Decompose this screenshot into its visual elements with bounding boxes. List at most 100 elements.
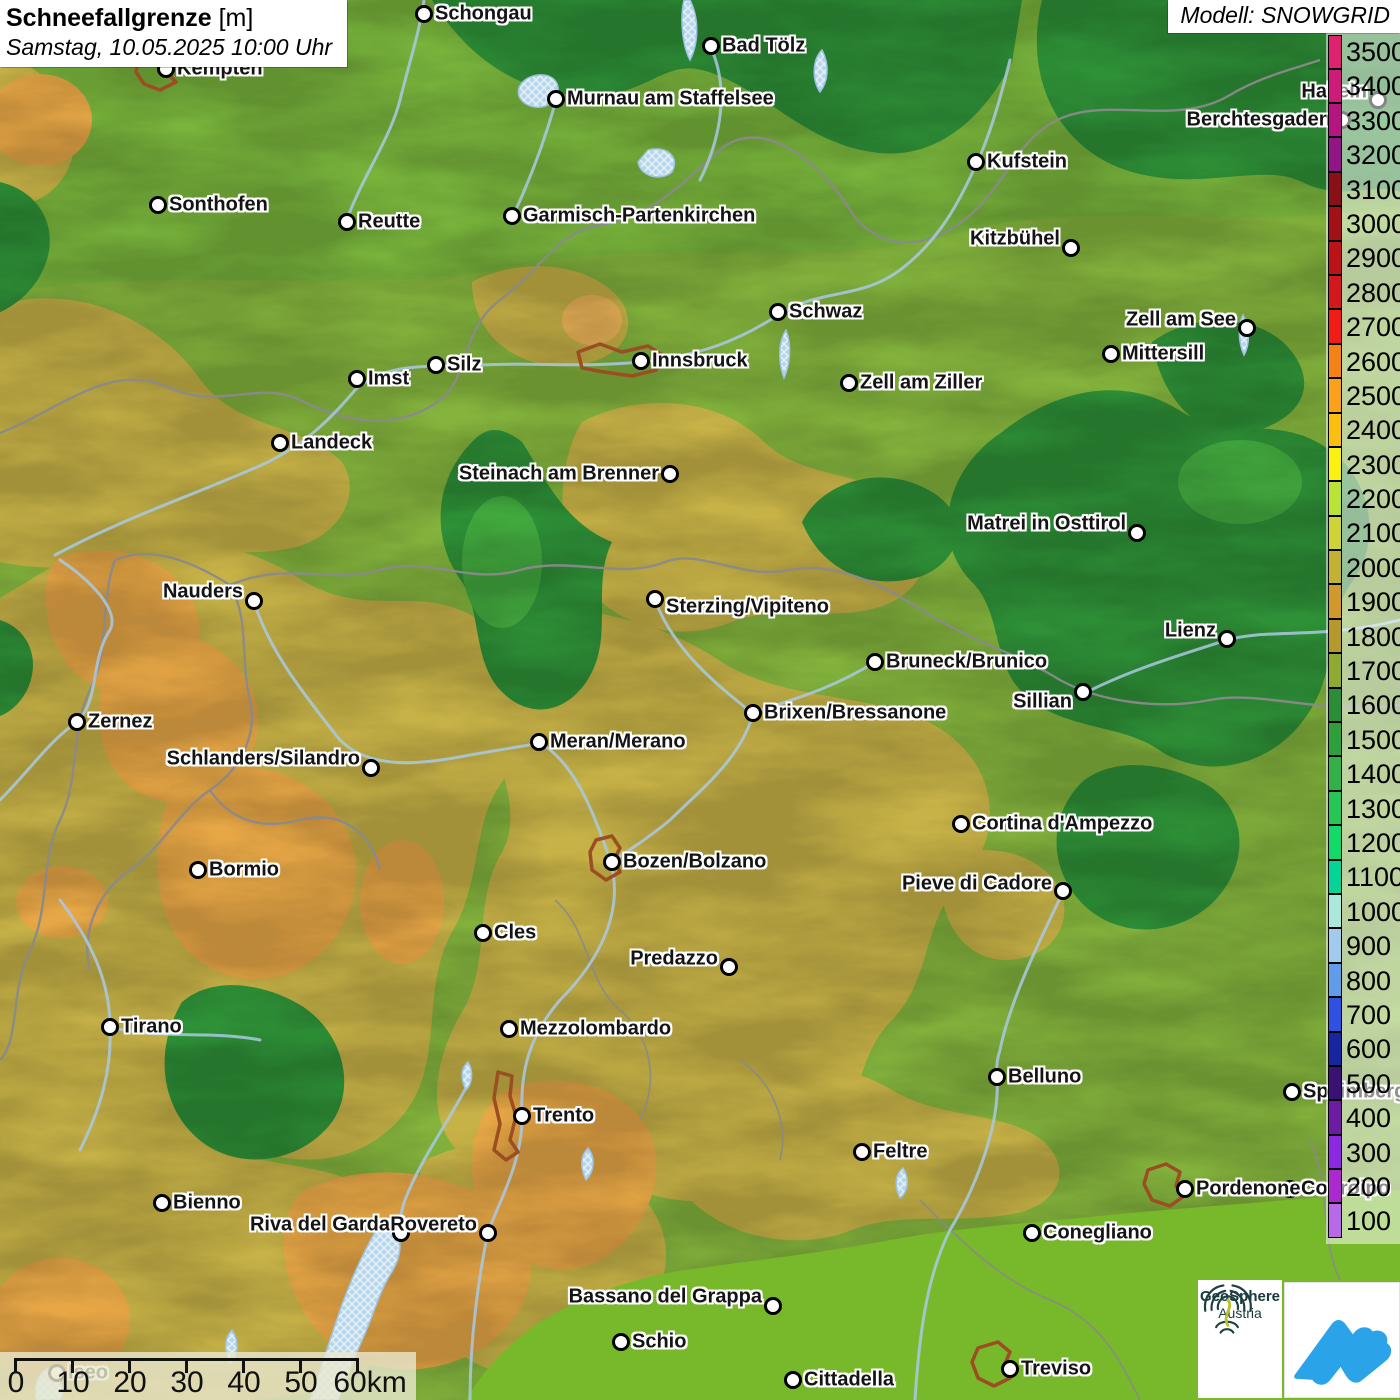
city-dot-icon [853, 1143, 871, 1161]
legend-color-swatch [1328, 825, 1342, 859]
city-label: Pieve di Cadore [902, 873, 1052, 896]
city-dot-icon [1176, 1180, 1194, 1198]
legend-entry: 900 [1328, 929, 1400, 963]
legend-entry: 800 [1328, 964, 1400, 998]
legend-value-label: 1800 [1346, 620, 1400, 654]
city-label: Bad Tölz [722, 35, 805, 58]
city-dot-icon [153, 1194, 171, 1212]
city-dot-icon [189, 861, 207, 879]
legend-value-label: 1400 [1346, 757, 1400, 791]
legend-color-swatch [1328, 791, 1342, 825]
city-label: Belluno [1008, 1066, 1081, 1089]
city-dot-icon [530, 733, 548, 751]
legend-color-swatch [1328, 378, 1342, 412]
legend-entry: 1100 [1328, 860, 1400, 894]
legend-entry: 2900 [1328, 241, 1400, 275]
legend-color-swatch [1328, 1135, 1342, 1169]
city-dot-icon [988, 1068, 1006, 1086]
city-dot-icon [612, 1333, 630, 1351]
legend-value-label: 3100 [1346, 173, 1400, 207]
city-dot-icon [427, 356, 445, 374]
legend-value-label: 1300 [1346, 792, 1400, 826]
city-label: Garmisch-Partenkirchen [523, 205, 755, 228]
legend-value-label: 300 [1346, 1136, 1391, 1170]
city-label: Bienno [173, 1192, 241, 1215]
city-label: Cles [494, 922, 536, 945]
city-label: Murnau am Staffelsee [567, 88, 774, 111]
scale-bar: 0102030405060km [0, 1352, 416, 1400]
legend-value-label: 3200 [1346, 138, 1400, 172]
city-label: Schwaz [789, 301, 862, 324]
legend-entry: 700 [1328, 998, 1400, 1032]
city-label: Imst [368, 368, 409, 391]
city-dot-icon [1001, 1360, 1019, 1378]
legend-color-swatch [1328, 756, 1342, 790]
legend-entry: 200 [1328, 1170, 1400, 1204]
legend-color-swatch [1328, 1066, 1342, 1100]
legend-color-swatch [1328, 137, 1342, 171]
legend-color-swatch [1328, 619, 1342, 653]
legend-color-swatch [1328, 1203, 1342, 1237]
city-dot-icon [702, 37, 720, 55]
legend-value-label: 3400 [1346, 69, 1400, 103]
legend-entry: 2300 [1328, 448, 1400, 482]
title-box: Schneefallgrenze [m] Samstag, 10.05.2025… [0, 0, 347, 67]
city-dot-icon [1023, 1224, 1041, 1242]
city-label: Sterzing/Vipiteno [666, 596, 829, 619]
legend-value-label: 2900 [1346, 241, 1400, 275]
city-label: Kitzbühel [970, 228, 1060, 251]
title-text: Schneefallgrenze [6, 4, 212, 32]
city-dot-icon [348, 370, 366, 388]
legend-value-label: 2300 [1346, 448, 1400, 482]
legend-color-swatch [1328, 584, 1342, 618]
legend-color-swatch [1328, 481, 1342, 515]
legend-entry: 1400 [1328, 757, 1400, 791]
legend-value-label: 200 [1346, 1170, 1391, 1204]
city-label: Innsbruck [652, 350, 748, 373]
legend-value-label: 2700 [1346, 310, 1400, 344]
geosphere-logo: GeoSphere Austria [1198, 1280, 1282, 1398]
legend-color-swatch [1328, 1169, 1342, 1203]
city-dot-icon [415, 5, 433, 23]
legend-entry: 1300 [1328, 792, 1400, 826]
city-dot-icon [245, 592, 263, 610]
legend-entry: 3400 [1328, 69, 1400, 103]
city-dot-icon [503, 207, 521, 225]
city-label: Zell am See [1126, 309, 1236, 332]
legend-value-label: 3500 [1346, 35, 1400, 69]
geosphere-contour-icon [1198, 1280, 1256, 1338]
legend-color-swatch [1328, 413, 1342, 447]
city-label: Kufstein [987, 151, 1067, 174]
city-dot-icon [967, 153, 985, 171]
legend-color-swatch [1328, 241, 1342, 275]
legend-color-swatch [1328, 172, 1342, 206]
city-label: Bruneck/Brunico [886, 651, 1047, 674]
city-dot-icon [1238, 319, 1256, 337]
scale-label: 0 [8, 1366, 25, 1400]
city-label: Bozen/Bolzano [623, 851, 766, 874]
city-label: Sonthofen [169, 194, 268, 217]
legend-value-label: 900 [1346, 929, 1391, 963]
legend-value-label: 2800 [1346, 276, 1400, 310]
timestamp-label: Samstag, 10.05.2025 10:00 Uhr [6, 34, 339, 61]
legend-value-label: 100 [1346, 1204, 1391, 1238]
city-label: Mezzolombardo [520, 1018, 671, 1041]
legend-entry: 1900 [1328, 585, 1400, 619]
city-dot-icon [362, 759, 380, 777]
city-label: Rovereto [390, 1214, 477, 1237]
legend-value-label: 1200 [1346, 826, 1400, 860]
city-label: Predazzo [630, 948, 718, 971]
city-dot-icon [720, 958, 738, 976]
city-label: Sillian [1013, 691, 1072, 714]
legend-color-swatch [1328, 69, 1342, 103]
legend-value-label: 2000 [1346, 551, 1400, 585]
city-dot-icon [1074, 683, 1092, 701]
city-label: Mittersill [1122, 343, 1204, 366]
legend-value-label: 2600 [1346, 345, 1400, 379]
legend-color-swatch [1328, 1032, 1342, 1066]
scale-label: 10 [56, 1366, 89, 1400]
city-dot-icon [513, 1107, 531, 1125]
legend-value-label: 1600 [1346, 688, 1400, 722]
legend-color-swatch [1328, 206, 1342, 240]
legend-value-label: 2500 [1346, 379, 1400, 413]
